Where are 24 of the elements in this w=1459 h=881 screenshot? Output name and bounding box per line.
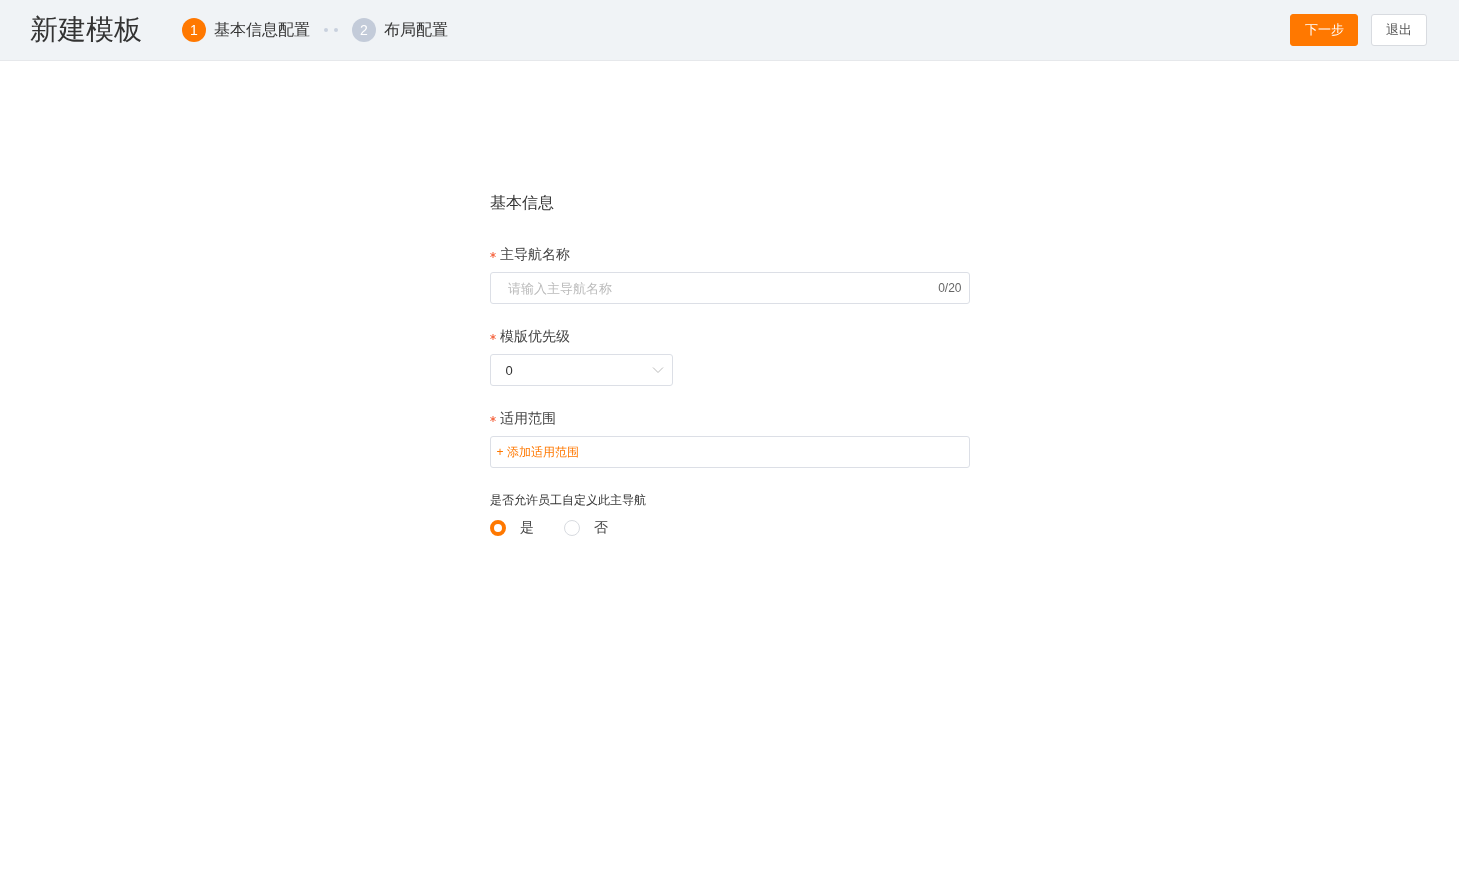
field-label: 主导航名称 xyxy=(499,246,570,264)
step-number: 2 xyxy=(352,18,376,42)
section-title: 基本信息 xyxy=(489,193,555,213)
dropdown-value: 0 xyxy=(505,362,513,378)
radio-button[interactable] xyxy=(489,520,506,536)
required-icon xyxy=(489,252,496,258)
name-input-field[interactable]: 请输入主导航名称 xyxy=(505,279,939,297)
radio-label[interactable]: 是 xyxy=(519,519,534,537)
chevron-down-icon xyxy=(651,366,664,374)
name-input-field[interactable]: 请输入主导航名称 0/20 xyxy=(489,272,970,304)
field-label: 是否允许员工自定义此主导航 xyxy=(489,492,647,509)
step-connector-dots xyxy=(324,28,338,32)
required-icon xyxy=(489,416,496,422)
field-label: 模版优先级 xyxy=(499,328,570,346)
radio-label[interactable]: 否 xyxy=(593,519,608,537)
step-number: 1 xyxy=(182,18,206,42)
required-icon xyxy=(489,334,496,340)
field-label: 适用范围 xyxy=(499,410,556,428)
exit-button[interactable]: 退出 xyxy=(1371,14,1427,46)
step-label[interactable]: 布局配置 xyxy=(384,19,448,41)
page-title: 新建模板 xyxy=(30,13,142,47)
priority-dropdown[interactable]: 0 xyxy=(489,354,673,386)
character-counter: 0/20 xyxy=(938,281,962,295)
step-label[interactable]: 基本信息配置 xyxy=(214,19,310,41)
